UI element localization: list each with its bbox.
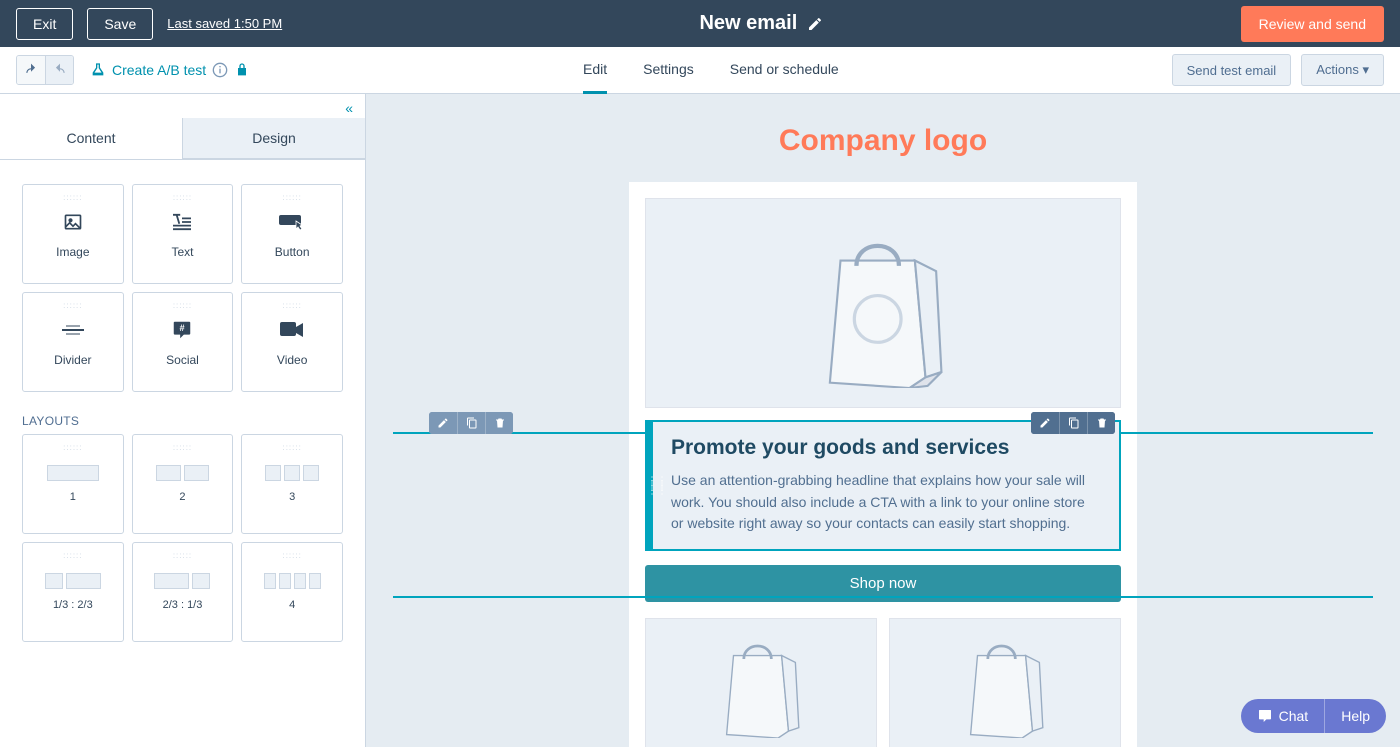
block-text[interactable]: :::::: Text	[132, 184, 234, 284]
layout-23-13[interactable]: :::::: 2/3 : 1/3	[132, 542, 234, 642]
svg-text:#: #	[180, 323, 185, 333]
exit-button[interactable]: Exit	[16, 8, 73, 40]
block-image[interactable]: :::::: Image	[22, 184, 124, 284]
shop-now-button[interactable]: Shop now	[645, 565, 1121, 602]
email-canvas[interactable]: Company logo	[366, 94, 1400, 747]
block-video[interactable]: :::::: Video	[241, 292, 343, 392]
selected-text-module[interactable]: ⋮⋮⋮⋮⋮⋮ Promote your goods and services U…	[645, 420, 1121, 551]
chevron-down-icon: ▾	[1362, 62, 1369, 77]
tab-settings[interactable]: Settings	[643, 47, 694, 94]
module-clone-button[interactable]	[1059, 412, 1087, 434]
last-saved-label[interactable]: Last saved 1:50 PM	[167, 16, 282, 31]
send-test-email-button[interactable]: Send test email	[1172, 54, 1292, 86]
module-toolbar	[1031, 412, 1115, 434]
promo-body[interactable]: Use an attention-grabbing headline that …	[671, 470, 1101, 535]
chat-button[interactable]: Chat	[1241, 699, 1325, 733]
shopping-bag-icon	[960, 628, 1050, 738]
company-logo-text[interactable]: Company logo	[629, 124, 1137, 158]
video-icon	[280, 317, 304, 343]
email-body: ⋮⋮⋮⋮⋮⋮ Promote your goods and services U…	[629, 182, 1137, 747]
sidebar-tab-content[interactable]: Content	[0, 118, 183, 159]
review-and-send-button[interactable]: Review and send	[1241, 6, 1384, 42]
text-icon	[171, 209, 193, 235]
block-divider[interactable]: :::::: Divider	[22, 292, 124, 392]
layout-1[interactable]: :::::: 1	[22, 434, 124, 534]
shopping-bag-icon	[818, 218, 948, 388]
button-icon	[279, 209, 305, 235]
sidebar-tab-design[interactable]: Design	[183, 118, 365, 159]
edit-title-icon[interactable]	[807, 16, 823, 32]
top-bar: Exit Save Last saved 1:50 PM New email R…	[0, 0, 1400, 47]
layout-3[interactable]: :::::: 3	[241, 434, 343, 534]
module-delete-button[interactable]	[1087, 412, 1115, 434]
undo-button[interactable]	[17, 56, 45, 84]
left-sidebar: « Content Design :::::: Image :::::: Tex…	[0, 94, 366, 747]
secondary-image-2[interactable]	[889, 618, 1121, 747]
layouts-heading: LAYOUTS	[0, 400, 365, 434]
row-delete-button[interactable]	[485, 412, 513, 434]
actions-menu[interactable]: Actions ▾	[1301, 54, 1384, 86]
shopping-bag-icon	[716, 628, 806, 738]
info-icon	[212, 62, 228, 78]
image-icon	[62, 209, 84, 235]
secondary-image-1[interactable]	[645, 618, 877, 747]
page-title: New email	[699, 12, 797, 35]
help-button[interactable]: Help	[1324, 699, 1386, 733]
hero-image-placeholder[interactable]	[645, 198, 1121, 408]
lock-icon	[234, 62, 250, 78]
divider-icon	[62, 317, 84, 343]
layout-13-23[interactable]: :::::: 1/3 : 2/3	[22, 542, 124, 642]
ab-test-label: Create A/B test	[112, 62, 206, 78]
block-social[interactable]: :::::: # Social	[132, 292, 234, 392]
promo-heading[interactable]: Promote your goods and services	[671, 436, 1101, 460]
chat-help-widget: Chat Help	[1241, 699, 1386, 733]
create-ab-test-link[interactable]: Create A/B test	[90, 62, 250, 78]
row-edit-button[interactable]	[429, 412, 457, 434]
editor-sub-bar: Create A/B test Edit Settings Send or sc…	[0, 47, 1400, 94]
social-icon: #	[171, 317, 193, 343]
row-toolbar	[429, 412, 513, 434]
save-button[interactable]: Save	[87, 8, 153, 40]
undo-redo-group	[16, 55, 74, 85]
module-edit-button[interactable]	[1031, 412, 1059, 434]
chat-icon	[1257, 708, 1273, 724]
block-button[interactable]: :::::: Button	[241, 184, 343, 284]
layout-4[interactable]: :::::: 4	[241, 542, 343, 642]
tab-edit[interactable]: Edit	[583, 47, 607, 94]
layout-2[interactable]: :::::: 2	[132, 434, 234, 534]
redo-button[interactable]	[45, 56, 73, 84]
drag-handle-icon[interactable]: ⋮⋮⋮⋮⋮⋮	[647, 478, 667, 493]
row-clone-button[interactable]	[457, 412, 485, 434]
tab-send-schedule[interactable]: Send or schedule	[730, 47, 839, 94]
collapse-sidebar-icon[interactable]: «	[345, 100, 353, 116]
